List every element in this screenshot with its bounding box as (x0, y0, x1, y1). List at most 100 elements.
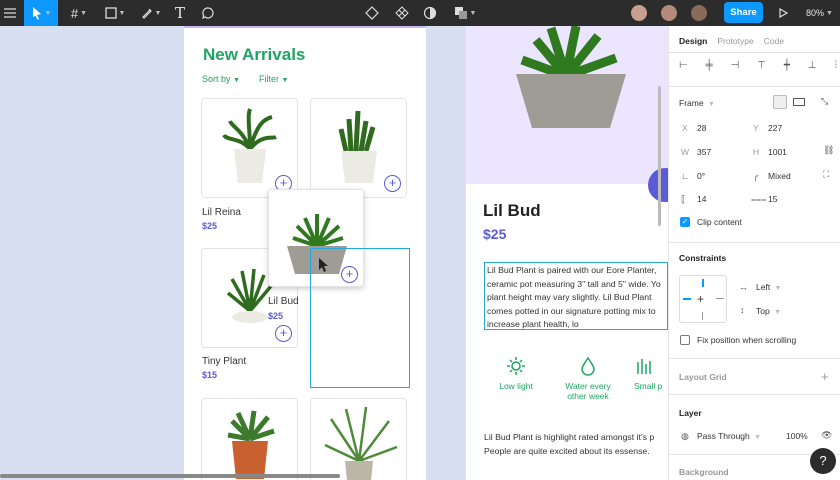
constraints-title: Constraints (679, 253, 727, 263)
rotation-icon: ∟ (681, 171, 690, 181)
independent-corners-icon[interactable]: ⛶ (823, 169, 829, 180)
boolean-ops-button[interactable]: ▼ (450, 0, 480, 26)
product-name: Tiny Plant (202, 356, 247, 367)
description-text[interactable]: Lil Bud Plant is paired with our Eore Pl… (484, 262, 668, 330)
plant-image (227, 410, 275, 479)
avatar[interactable] (630, 4, 648, 22)
feature-label: Water every other week (565, 381, 611, 401)
vertical-scrollbar[interactable] (658, 86, 661, 226)
height-input[interactable]: 1001 (768, 147, 787, 157)
avatar[interactable] (690, 4, 708, 22)
frame-tool-button[interactable]: # ▼ (64, 0, 94, 26)
water-drop-icon (581, 356, 595, 376)
x-label: X (682, 123, 688, 133)
gap-h-input[interactable]: 14 (697, 194, 706, 204)
rotation-input[interactable]: 0° (697, 171, 705, 181)
vertical-gap-icon: ⩶ (751, 194, 767, 204)
move-tool-button[interactable]: ▼ (24, 0, 58, 26)
width-input[interactable]: 357 (697, 147, 711, 157)
vertical-constraint-dropdown[interactable]: Top ▼ (756, 306, 781, 316)
gap-v-input[interactable]: 15 (768, 194, 777, 204)
shape-tool-button[interactable]: ▼ (100, 0, 130, 26)
clip-content-label: Clip content (697, 217, 742, 227)
frame-dropdown[interactable]: Frame ▼ (679, 98, 715, 108)
avatar[interactable] (660, 4, 678, 22)
zoom-value: 80% (806, 8, 825, 18)
text-tool-button[interactable]: T (170, 0, 190, 26)
zoom-dropdown[interactable]: 80% ▼ (806, 0, 833, 26)
hero-section (466, 26, 668, 184)
share-button[interactable]: Share (724, 2, 763, 23)
product-detail-frame[interactable]: Lil Bud $25 Lil Bud Plant is paired with… (466, 26, 668, 480)
product-card[interactable]: + (201, 98, 298, 198)
feature-label: Low light (499, 381, 533, 391)
blend-mode-dropdown[interactable]: Pass Through ▼ (697, 431, 761, 441)
components-icon (395, 6, 409, 20)
portrait-toggle[interactable] (773, 95, 787, 109)
product-card[interactable] (310, 398, 407, 480)
constraints-widget[interactable]: + (679, 275, 727, 323)
distribute-icon[interactable]: ⫶ (834, 60, 837, 76)
help-button[interactable]: ? (810, 448, 836, 474)
present-button[interactable] (774, 0, 792, 26)
sort-dropdown[interactable]: Sort by ▼ (202, 74, 240, 84)
add-to-cart-button[interactable]: + (384, 175, 401, 192)
pen-icon (141, 8, 152, 19)
tab-prototype[interactable]: Prototype (717, 36, 753, 46)
add-to-cart-button[interactable]: + (275, 325, 292, 342)
align-center-h-icon[interactable]: ╪ (706, 60, 713, 76)
opacity-input[interactable]: 100% (786, 431, 808, 441)
horizontal-constraint-dropdown[interactable]: Left ▼ (756, 282, 782, 292)
constrain-proportions-icon[interactable]: ⛓ (823, 145, 834, 156)
layer-title: Layer (679, 408, 702, 418)
horizontal-scrollbar[interactable] (0, 474, 340, 478)
align-bottom-icon[interactable]: ⊥ (808, 60, 817, 76)
component-select-button[interactable] (362, 0, 382, 26)
text-icon: T (174, 4, 185, 22)
tab-design[interactable]: Design (679, 36, 707, 46)
product-price: $15 (202, 370, 218, 380)
horizontal-gap-icon: ⟦ (681, 194, 686, 204)
product-title: Lil Bud (483, 201, 541, 220)
product-price: $25 (202, 221, 218, 231)
resize-to-fit-icon[interactable]: ⤡ (821, 96, 828, 107)
feature-low-light: Low light (490, 356, 542, 391)
tab-code[interactable]: Code (764, 36, 784, 46)
feature-small-plant: Small p (634, 356, 668, 391)
fix-scroll-checkbox[interactable] (680, 335, 690, 345)
comment-tool-button[interactable] (198, 0, 218, 26)
align-right-icon[interactable]: ⊣ (731, 60, 740, 76)
product-price: $25 (483, 226, 507, 242)
x-input[interactable]: 28 (697, 123, 706, 133)
eye-icon[interactable]: 👁 (821, 430, 832, 441)
pen-tool-button[interactable]: ▼ (136, 0, 166, 26)
y-input[interactable]: 227 (768, 123, 782, 133)
align-top-icon[interactable]: ⊤ (757, 60, 766, 76)
layout-grid-title: Layout Grid (679, 372, 727, 382)
filter-dropdown[interactable]: Filter ▼ (259, 74, 288, 84)
corner-radius-input[interactable]: Mixed (768, 171, 791, 181)
clip-content-checkbox[interactable]: ✓ (680, 217, 690, 227)
align-left-icon[interactable]: ⊢ (679, 60, 688, 76)
blend-mode-icon: ◍ (681, 431, 689, 441)
product-price: $25 (268, 311, 284, 321)
create-component-button[interactable] (392, 0, 412, 26)
product-name: Lil Reina (202, 207, 241, 218)
plant-image (516, 26, 626, 128)
landscape-toggle[interactable] (793, 98, 805, 106)
horizontal-constraint-icon: ↔ (739, 282, 748, 292)
comment-icon (202, 7, 214, 20)
component-arrow-icon (365, 6, 379, 20)
plant-image (324, 406, 398, 480)
play-icon (779, 8, 788, 18)
feature-water: Water every other week (560, 356, 616, 401)
product-card[interactable] (201, 398, 298, 480)
product-card[interactable]: + (310, 98, 407, 198)
mask-button[interactable] (420, 0, 440, 26)
align-middle-v-icon[interactable]: ┿ (784, 60, 790, 76)
canvas[interactable]: New Arrivals Sort by ▼ Filter ▼ + Lil Re… (0, 26, 668, 480)
add-layout-grid-icon[interactable]: + (821, 369, 829, 384)
menu-icon[interactable] (0, 0, 20, 26)
chart-icon (637, 359, 651, 374)
highlight-text: Lil Bud Plant is highlight rated amongst… (484, 432, 655, 456)
